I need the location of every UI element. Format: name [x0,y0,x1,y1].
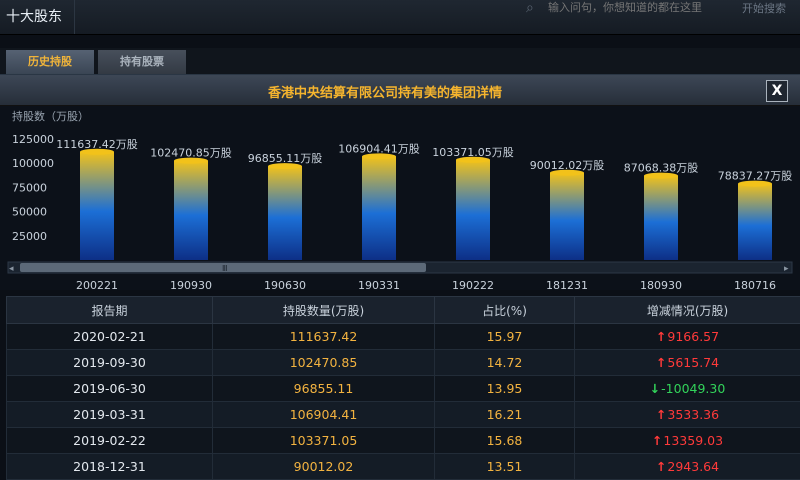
data-label: 106904.41万股 [338,142,420,155]
change-value: 2943.64 [667,459,719,474]
holdings-chart: 持股数（万股） 25000 50000 75000 100000 125000 1116… [0,106,800,290]
y-tick-label: 50000 [12,206,47,219]
x-tick-label: 190222 [452,279,494,290]
x-tick-label: 200221 [76,279,118,290]
search-button[interactable]: 开始搜索 [742,0,786,16]
scrollbar-grip: Ⅲ [222,264,228,273]
title-divider [74,0,75,34]
tab-history-holdings[interactable]: 历史持股 [6,50,94,74]
cell-change: ↓-10049.30 [575,376,800,402]
y-tick-label: 75000 [12,181,47,194]
y-tick-label: 100000 [12,157,54,170]
data-label: 90012.02万股 [530,159,605,172]
arrow-up-icon: ↑ [652,433,662,448]
holdings-table: 报告期 持股数量(万股) 占比(%) 增减情况(万股) 2020-02-2111… [6,296,800,480]
cell-change: ↑9166.57 [575,324,800,350]
cell-ratio: 13.95 [435,376,575,402]
cell-report-date: 2019-03-31 [7,402,213,428]
cell-shares: 103371.05 [213,428,435,454]
table-row[interactable]: 2019-06-3096855.1113.95↓-10049.30 [7,376,800,402]
panel-title: 香港中央结算有限公司持有美的集团详情 [0,82,770,101]
cell-shares: 90012.02 [213,454,435,480]
change-value: 3533.36 [667,407,719,422]
header-change[interactable]: 增减情况(万股) [575,297,800,324]
arrow-up-icon: ↑ [656,329,666,344]
chart-bar[interactable] [174,161,208,260]
arrow-down-icon: ↓ [650,381,660,396]
chart-bar[interactable] [550,173,584,260]
cell-ratio: 16.21 [435,402,575,428]
chart-bar[interactable] [644,176,678,260]
cell-shares: 102470.85 [213,350,435,376]
chart-bar[interactable] [268,166,302,260]
cell-ratio: 14.72 [435,350,575,376]
cell-change: ↑13359.03 [575,428,800,454]
table-row[interactable]: 2019-03-31106904.4116.21↑3533.36 [7,402,800,428]
y-tick-label: 25000 [12,230,47,243]
cell-ratio: 13.51 [435,454,575,480]
cell-ratio: 15.97 [435,324,575,350]
change-value: 13359.03 [663,433,723,448]
header-ratio[interactable]: 占比(%) [435,297,575,324]
data-label: 96855.11万股 [248,152,323,165]
header-report-date[interactable]: 报告期 [7,297,213,324]
search-input[interactable] [548,0,728,14]
x-tick-label: 180930 [640,279,682,290]
search-icon[interactable]: ⌕ [526,0,534,16]
header-shares[interactable]: 持股数量(万股) [213,297,435,324]
data-label: 102470.85万股 [150,147,232,160]
cell-shares: 106904.41 [213,402,435,428]
data-label: 103371.05万股 [432,146,514,159]
cell-change: ↑2943.64 [575,454,800,480]
chart-bar[interactable] [456,160,490,260]
change-value: 5615.74 [667,355,719,370]
close-button[interactable]: X [766,80,788,102]
cell-report-date: 2020-02-21 [7,324,213,350]
table-row[interactable]: 2018-12-3190012.0213.51↑2943.64 [7,454,800,480]
window-title: 十大股东 [6,6,62,26]
tab-held-stocks[interactable]: 持有股票 [98,50,186,74]
scroll-right-arrow[interactable]: ▸ [784,264,789,274]
change-value: -10049.30 [661,381,725,396]
table-row[interactable]: 2019-09-30102470.8514.72↑5615.74 [7,350,800,376]
table-header-row: 报告期 持股数量(万股) 占比(%) 增减情况(万股) [7,297,800,324]
x-tick-label: 190630 [264,279,306,290]
cell-report-date: 2019-06-30 [7,376,213,402]
arrow-up-icon: ↑ [656,459,666,474]
y-tick-label: 125000 [12,133,54,146]
cell-shares: 96855.11 [213,376,435,402]
cell-shares: 111637.42 [213,324,435,350]
change-value: 9166.57 [667,329,719,344]
arrow-up-icon: ↑ [656,355,666,370]
top-bar: 十大股东 ⌕ 开始搜索 [0,0,800,35]
chart-bar[interactable] [80,152,114,260]
x-tick-label: 180716 [734,279,776,290]
tab-bar: 历史持股 持有股票 [0,48,800,76]
x-tick-label: 190930 [170,279,212,290]
panel-header: 香港中央结算有限公司持有美的集团详情 X [0,75,800,106]
cell-change: ↑5615.74 [575,350,800,376]
data-label: 87068.38万股 [624,162,699,175]
x-tick-label: 190331 [358,279,400,290]
cell-change: ↑3533.36 [575,402,800,428]
chart-bar[interactable] [738,184,772,260]
cell-report-date: 2019-09-30 [7,350,213,376]
data-label: 111637.42万股 [56,138,138,151]
holdings-chart-svg: 持股数（万股） 25000 50000 75000 100000 125000 1116… [0,106,800,290]
cell-ratio: 15.68 [435,428,575,454]
table-row[interactable]: 2020-02-21111637.4215.97↑9166.57 [7,324,800,350]
table-row[interactable]: 2019-02-22103371.0515.68↑13359.03 [7,428,800,454]
cell-report-date: 2018-12-31 [7,454,213,480]
arrow-up-icon: ↑ [656,407,666,422]
y-axis-label: 持股数（万股） [12,109,89,123]
data-label: 78837.27万股 [718,170,793,183]
cell-report-date: 2019-02-22 [7,428,213,454]
chart-bar[interactable] [362,156,396,260]
scroll-left-arrow[interactable]: ◂ [9,264,14,274]
x-tick-label: 181231 [546,279,588,290]
